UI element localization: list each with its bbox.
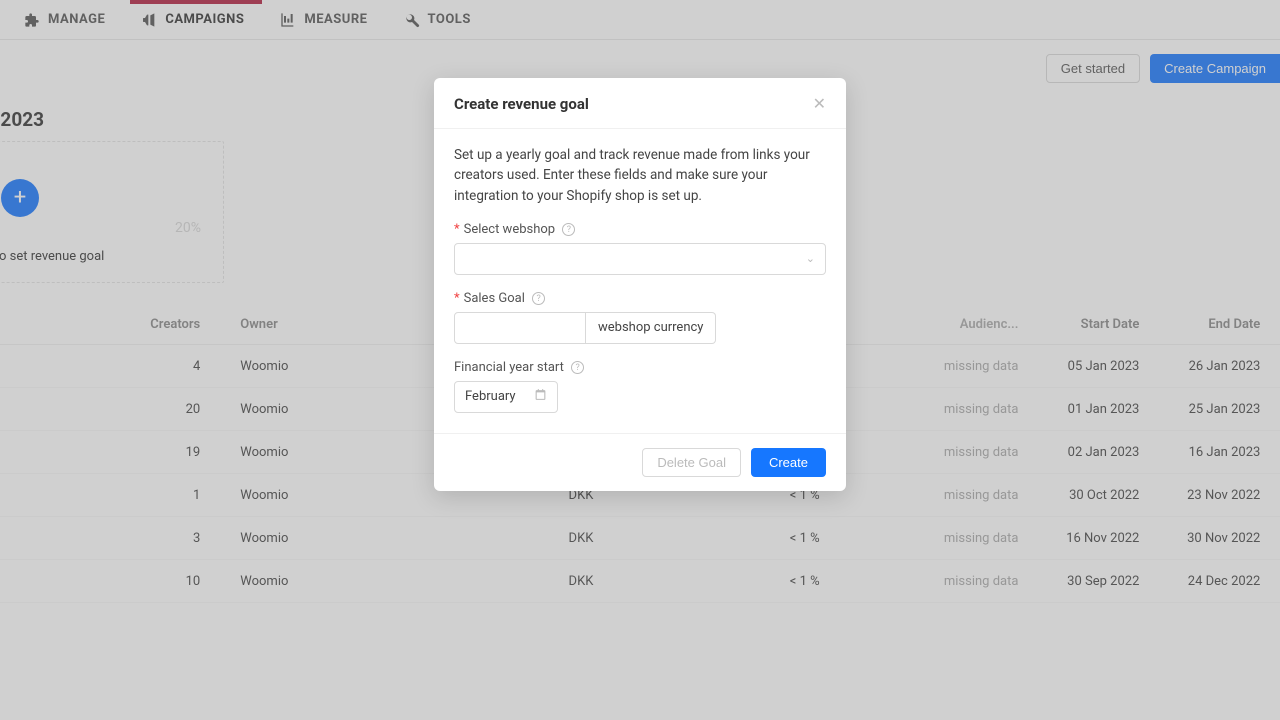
calendar-icon xyxy=(534,388,547,405)
financial-year-start-picker[interactable]: February xyxy=(454,381,558,413)
date-value: February xyxy=(465,389,516,404)
sales-goal-label: *Sales Goal ? xyxy=(454,291,826,306)
help-icon[interactable]: ? xyxy=(562,223,575,236)
currency-addon: webshop currency xyxy=(586,312,716,344)
modal-title: Create revenue goal xyxy=(454,95,589,113)
create-revenue-goal-modal: Create revenue goal ✕ Set up a yearly go… xyxy=(434,78,846,491)
webshop-label: *Select webshop ? xyxy=(454,222,826,237)
close-icon[interactable]: ✕ xyxy=(813,94,826,114)
financial-year-start-label: Financial year start ? xyxy=(454,360,826,375)
help-icon[interactable]: ? xyxy=(532,292,545,305)
create-button[interactable]: Create xyxy=(751,448,826,477)
chevron-down-icon: ⌄ xyxy=(806,252,815,265)
modal-description: Set up a yearly goal and track revenue m… xyxy=(454,145,826,206)
help-icon[interactable]: ? xyxy=(571,361,584,374)
webshop-select[interactable]: ⌄ xyxy=(454,243,826,275)
sales-goal-input[interactable] xyxy=(454,312,586,344)
modal-overlay[interactable]: Create revenue goal ✕ Set up a yearly go… xyxy=(0,0,1280,720)
delete-goal-button: Delete Goal xyxy=(642,448,741,477)
